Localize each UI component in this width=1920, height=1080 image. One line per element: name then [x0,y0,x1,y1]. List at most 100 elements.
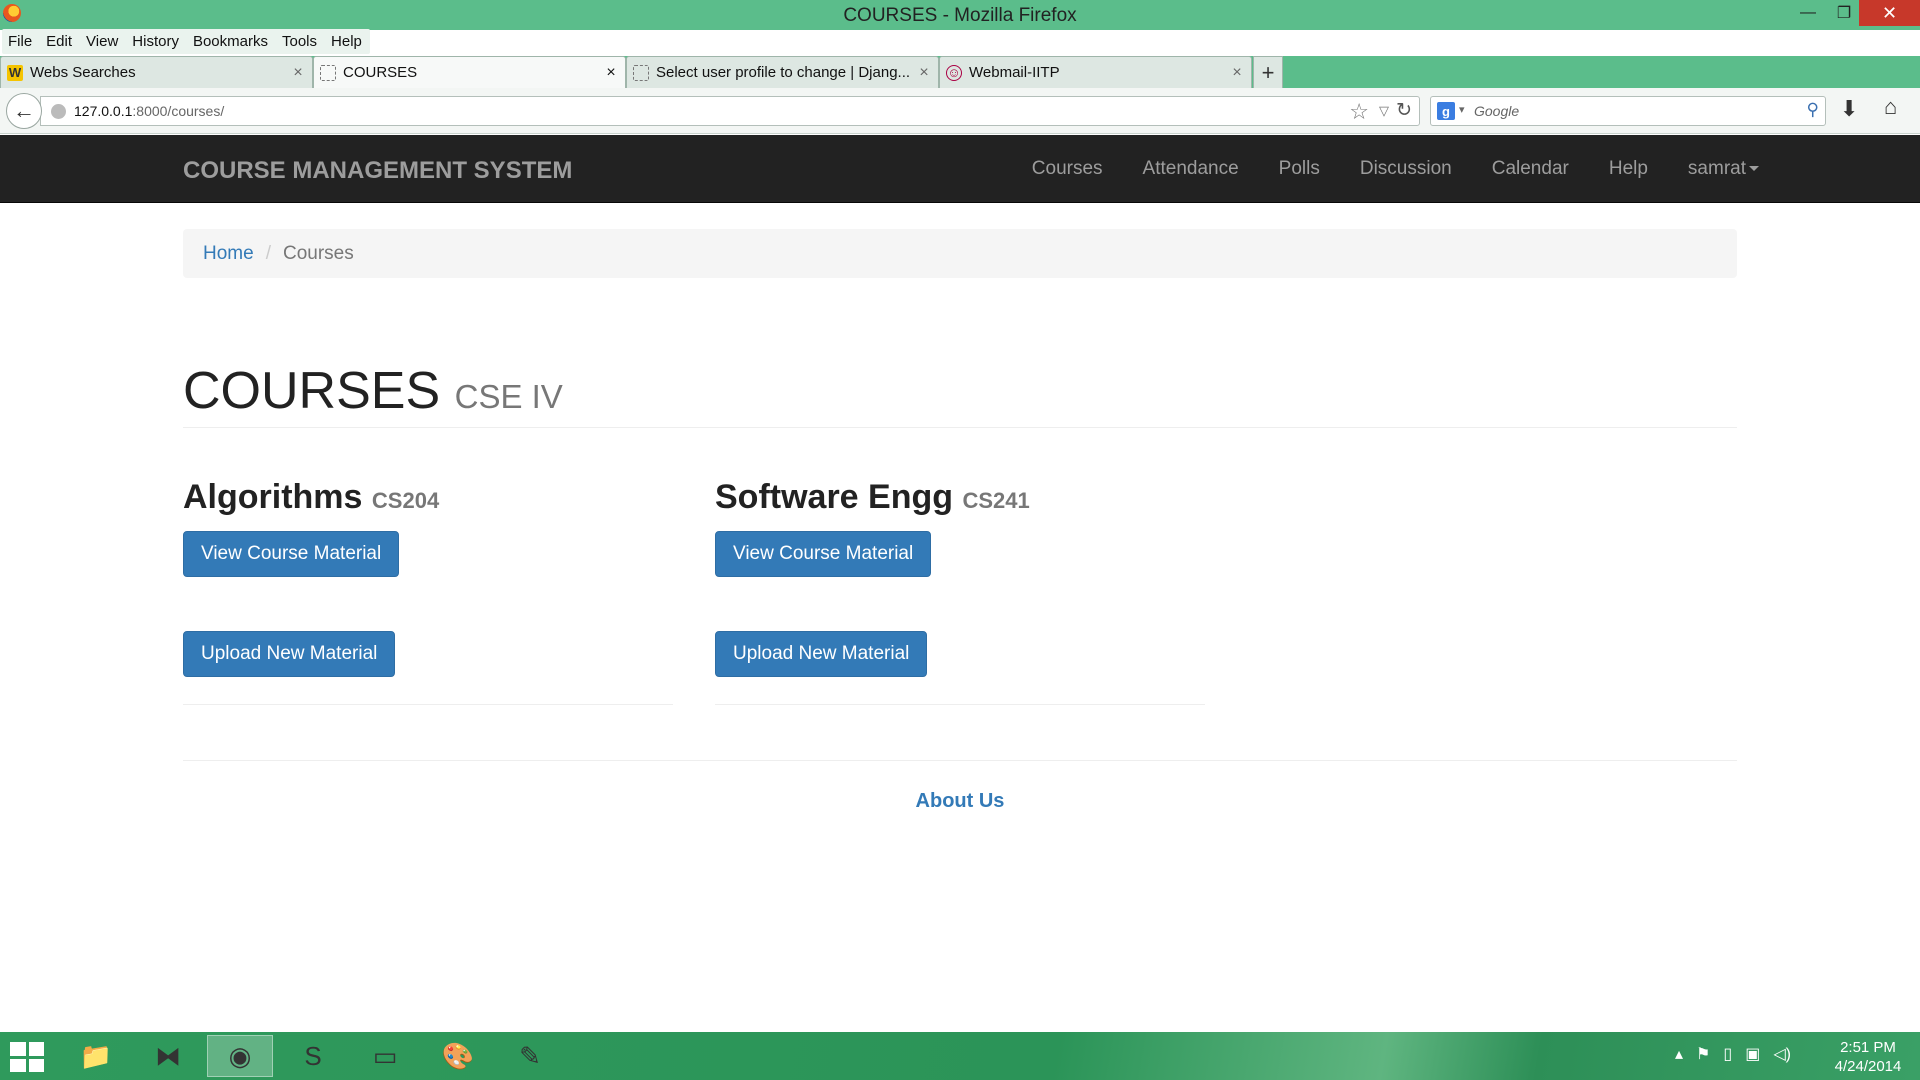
search-bar[interactable]: g ▾ Google ⚲ [1430,96,1826,126]
course-code: CS204 [371,488,440,513]
globe-icon [51,104,66,119]
nav-attendance[interactable]: Attendance [1143,158,1239,180]
tab-django-admin[interactable]: Select user profile to change | Djang...… [626,56,939,88]
upload-new-material-button[interactable]: Upload New Material [183,631,396,677]
page-title: COURSES CSE IV [183,361,563,421]
menu-view[interactable]: View [86,33,118,50]
view-course-material-button[interactable]: View Course Material [183,531,400,577]
minimize-button[interactable]: — [1790,0,1826,26]
about-us-link-text[interactable]: About Us [916,790,1005,812]
course-title: Software Engg CS241 [715,478,1205,517]
nav-discussion[interactable]: Discussion [1360,158,1452,180]
search-icon[interactable]: ⚲ [1807,100,1819,120]
tab-label: Select user profile to change | Djang... [656,64,911,81]
url-host: 127.0.0.1 [74,103,133,119]
about-us-link: About Us [0,790,1920,813]
tab-close-icon[interactable]: × [914,64,934,82]
network-icon[interactable]: ▣ [1745,1044,1760,1064]
course-code: CS241 [962,488,1030,513]
show-hidden-icons-icon[interactable]: ▴ [1675,1044,1683,1064]
visual-studio-icon[interactable]: ⧓ [135,1035,201,1077]
breadcrumb: Home / Courses [183,229,1737,278]
url-text[interactable]: 127.0.0.1:8000/courses/ [74,103,224,119]
menu-file[interactable]: File [8,33,32,50]
breadcrumb-home-link[interactable]: Home [203,243,254,265]
tab-close-icon[interactable]: × [288,64,308,82]
page-header: COURSES CSE IV [183,356,1737,428]
course-name: Algorithms [183,478,363,516]
url-bar[interactable]: 127.0.0.1:8000/courses/ ☆ ▽ ↻ [40,96,1420,126]
tab-courses[interactable]: COURSES × [313,56,626,88]
blank-page-icon [633,64,649,81]
home-icon[interactable]: ⌂ [1884,94,1897,120]
reload-icon[interactable]: ↻ [1396,99,1412,122]
w-icon: W [7,64,23,81]
new-tab-button[interactable]: + [1253,56,1283,88]
breadcrumb-current: Courses [282,242,354,264]
back-arrow-icon: ← [13,98,35,123]
firefox-icon[interactable]: ◉ [207,1035,273,1077]
tab-strip: W Webs Searches × COURSES × Select user … [0,56,1920,88]
action-center-flag-icon[interactable]: ⚑ [1696,1044,1710,1064]
tab-close-icon[interactable]: × [1227,64,1247,82]
download-icon[interactable]: ⬇ [1840,96,1858,122]
course-card-algorithms: Algorithms CS204 View Course Material Up… [183,478,673,705]
nav-polls[interactable]: Polls [1279,158,1320,180]
course-name: Software Engg [715,478,954,516]
course-title: Algorithms CS204 [183,478,673,517]
volume-icon[interactable]: ◁) [1773,1044,1791,1064]
url-path: :8000/courses/ [132,103,225,119]
menu-tools[interactable]: Tools [282,33,317,50]
user-menu[interactable]: samrat [1688,158,1759,180]
footer-divider [183,760,1737,761]
maximize-button[interactable]: ❐ [1826,0,1862,26]
tab-webs-searches[interactable]: W Webs Searches × [0,56,313,88]
breadcrumb-separator: / [265,242,271,264]
history-dropdown-icon[interactable]: ▽ [1379,103,1389,119]
bookmark-star-icon[interactable]: ☆ [1349,99,1369,125]
view-course-material-button[interactable]: View Course Material [715,531,932,577]
search-engine-dropdown-icon[interactable]: ▾ [1459,103,1465,116]
site-nav-links: Courses Attendance Polls Discussion Cale… [992,135,1759,203]
system-tray: ▴ ⚑ ▯ ▣ ◁) [1675,1044,1804,1064]
nav-help[interactable]: Help [1609,158,1648,180]
window-title: COURSES - Mozilla Firefox [843,5,1077,26]
caret-down-icon [1749,166,1759,172]
menu-bookmarks[interactable]: Bookmarks [193,33,268,50]
sublime-text-icon[interactable]: S [280,1035,346,1077]
page-title-text: COURSES [183,362,441,420]
nav-courses[interactable]: Courses [1032,158,1103,180]
mail-icon: ☺ [946,64,962,81]
page-subtitle: CSE IV [454,378,563,415]
command-prompt-icon[interactable]: ▭ [352,1035,418,1077]
tab-label: Webs Searches [30,64,136,81]
close-window-button[interactable]: ✕ [1859,0,1920,26]
blank-page-icon [320,64,336,81]
window-titlebar: COURSES - Mozilla Firefox — ❐ ✕ [0,0,1920,30]
windows-start-icon[interactable] [10,1042,44,1072]
file-explorer-icon[interactable]: 📁 [63,1035,129,1077]
menu-bar: File Edit View History Bookmarks Tools H… [2,29,370,54]
user-name: samrat [1687,158,1746,179]
tab-webmail[interactable]: ☺ Webmail-IITP × [939,56,1252,88]
notepad-icon[interactable]: ✎ [497,1035,563,1077]
search-input[interactable]: Google [1474,103,1519,119]
tab-close-icon[interactable]: × [601,64,621,82]
menu-history[interactable]: History [132,33,179,50]
device-icon[interactable]: ▯ [1723,1044,1732,1064]
site-brand[interactable]: COURSE MANAGEMENT SYSTEM [183,157,572,185]
system-clock[interactable]: 2:51 PM 4/24/2014 [1820,1038,1916,1076]
nav-calendar[interactable]: Calendar [1492,158,1569,180]
clock-date: 4/24/2014 [1834,1058,1902,1075]
menu-help[interactable]: Help [331,33,362,50]
navigation-toolbar: 127.0.0.1:8000/courses/ ☆ ▽ ↻ ← g ▾ Goog… [0,88,1920,134]
clock-time: 2:51 PM [1840,1039,1896,1056]
tab-label: Webmail-IITP [969,64,1060,81]
upload-new-material-button[interactable]: Upload New Material [715,631,928,677]
tab-label: COURSES [343,64,418,81]
google-icon[interactable]: g [1437,102,1455,120]
paint-icon[interactable]: 🎨 [425,1035,491,1077]
back-button[interactable]: ← [6,93,42,129]
site-navbar: COURSE MANAGEMENT SYSTEM Courses Attenda… [0,135,1920,203]
menu-edit[interactable]: Edit [46,33,72,50]
